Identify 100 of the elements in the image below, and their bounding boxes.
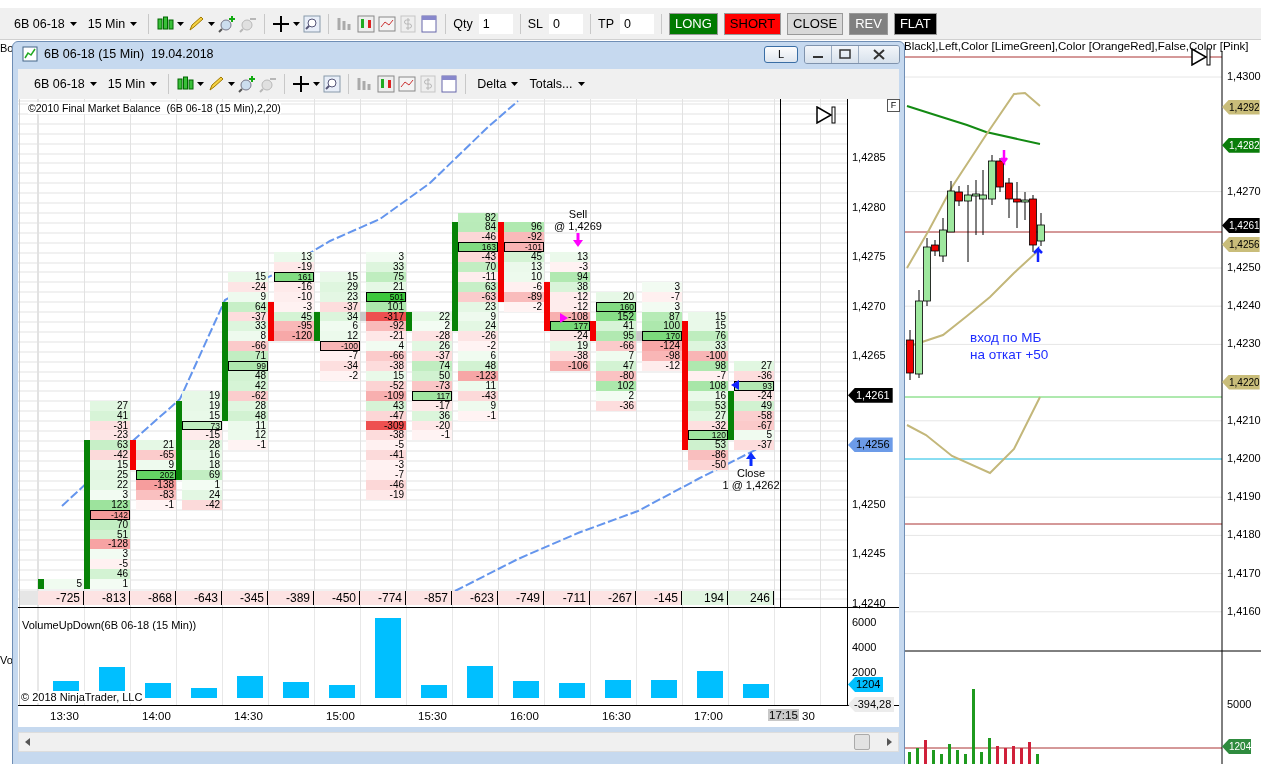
order-button[interactable]: FLAT: [893, 12, 937, 35]
indicator-label: VolumeUpDown(6B 06-18 (15 Min)): [22, 619, 197, 631]
time-label: 17:00: [694, 710, 723, 722]
search-icon[interactable]: [303, 14, 322, 33]
time-label: 15:30: [418, 710, 447, 722]
volume-marker: -394,28: [848, 697, 895, 712]
horizontal-scrollbar[interactable]: [18, 732, 899, 752]
total-cell: 194: [682, 591, 728, 605]
volume-marker: 1204: [1222, 739, 1252, 754]
trade-price: @ 1,4269: [554, 220, 602, 233]
maximize-icon[interactable]: [832, 45, 859, 63]
total-cell: 246: [728, 591, 774, 605]
instrument-dropdown[interactable]: 6B 06-18: [10, 14, 81, 33]
total-cell: -450: [314, 591, 360, 605]
field-label: Qty: [453, 16, 473, 31]
legend-text: Vo: [0, 654, 13, 666]
total-cell: -857: [406, 591, 452, 605]
crosshair-icon[interactable]: [272, 14, 291, 33]
candles-icon[interactable]: [377, 75, 396, 93]
volume-marker: 1204: [848, 677, 884, 692]
line-chart-icon[interactable]: [378, 14, 397, 33]
mode-button[interactable]: L: [764, 45, 798, 63]
candles-icon[interactable]: [357, 14, 376, 33]
candlestick-icon[interactable]: [156, 14, 175, 33]
instrument-dropdown[interactable]: 6B 06-18: [30, 75, 101, 93]
caret-icon[interactable]: [177, 21, 185, 26]
interval-dropdown[interactable]: 15 Min: [83, 14, 142, 33]
buy-arrow-icon: [1032, 246, 1044, 264]
candlestick-icon[interactable]: [176, 75, 195, 93]
interval-dropdown[interactable]: 15 Min: [103, 75, 162, 93]
price-label: 1,4240: [1227, 299, 1261, 312]
caret-icon: [577, 82, 585, 86]
total-cell: -345: [222, 591, 268, 605]
price-marker: 1,4261: [848, 387, 893, 403]
volume-label: 2000: [852, 666, 877, 678]
panel-button[interactable]: F: [887, 99, 900, 112]
price-label: 1,4240: [852, 596, 886, 609]
input-field[interactable]: 0: [549, 13, 583, 34]
line-chart-icon[interactable]: [398, 75, 417, 93]
total-cell: -389: [268, 591, 314, 605]
price-label: 1,4170: [1227, 566, 1261, 579]
scroll-left-icon[interactable]: [24, 738, 32, 746]
skip-to-end-icon[interactable]: [815, 106, 837, 124]
volume-label: 4000: [852, 641, 877, 653]
entry-marker-icon: [731, 380, 739, 390]
total-cell: -868: [130, 591, 176, 605]
time-label: 14:00: [142, 710, 171, 722]
time-label: 13:30: [50, 710, 79, 722]
caret-icon: [69, 21, 77, 26]
price-marker: 1,4282: [1222, 137, 1260, 153]
delta-dropdown[interactable]: Delta: [473, 75, 523, 93]
time-label: 16:30: [602, 710, 631, 722]
order-button[interactable]: LONG: [669, 12, 718, 35]
price-marker: 1,4256: [1222, 237, 1260, 253]
price-label: 1,4275: [852, 250, 886, 263]
minimize-icon[interactable]: [805, 45, 832, 63]
entry-marker-icon: [560, 313, 568, 323]
total-cell: -623: [452, 591, 498, 605]
total-cell: -813: [84, 591, 130, 605]
total-cell: -711: [544, 591, 590, 605]
caret-icon[interactable]: [197, 82, 205, 86]
caret-icon[interactable]: [293, 21, 301, 26]
price-label: 1,4280: [852, 200, 886, 213]
price-label: 1,4270: [1227, 184, 1261, 197]
copyright-text: © 2018 NinjaTrader, LLC: [21, 691, 143, 703]
chart-window-icon: [22, 46, 38, 62]
price-label: 1,4285: [852, 151, 886, 163]
caret-icon: [130, 21, 138, 26]
search-icon[interactable]: [323, 75, 342, 93]
input-field[interactable]: 1: [478, 13, 513, 34]
trade-price: 1 @ 1,4262: [722, 479, 780, 492]
caret-icon[interactable]: [208, 21, 216, 26]
price-label: 1,4270: [852, 299, 886, 312]
order-button[interactable]: REV: [849, 12, 888, 35]
price-marker: 1,4292: [1222, 99, 1260, 115]
close-icon[interactable]: [859, 45, 899, 63]
totals-dropdown[interactable]: Totals...: [525, 75, 589, 93]
crosshair-icon[interactable]: [292, 75, 311, 93]
total-cell: -749: [498, 591, 544, 605]
chart-note: вход по МБ: [970, 330, 1043, 345]
price-marker: 1,4256: [848, 437, 893, 453]
time-label: 14:30: [234, 710, 263, 722]
caret-icon[interactable]: [228, 82, 236, 86]
window-title: 6B 06-18 (15 Min) 19.04.2018: [44, 47, 214, 61]
order-button[interactable]: SHORT: [723, 12, 782, 35]
chart-note: на откат +50: [970, 347, 1049, 362]
scroll-thumb[interactable]: [854, 734, 870, 750]
input-field[interactable]: 0: [620, 13, 654, 34]
time-label: 16:00: [510, 710, 539, 722]
price-label: 1,4250: [1227, 261, 1261, 273]
volume-label: 6000: [852, 616, 877, 628]
window-icon[interactable]: [440, 75, 459, 93]
caret-icon: [89, 82, 97, 86]
price-label: 1,4230: [1227, 337, 1261, 350]
scroll-right-icon[interactable]: [885, 738, 893, 746]
window-icon[interactable]: [420, 14, 439, 33]
price-label: 1,4210: [1227, 413, 1261, 426]
order-button[interactable]: CLOSE: [787, 12, 844, 35]
caret-icon[interactable]: [313, 82, 321, 86]
total-cell: -643: [176, 591, 222, 605]
